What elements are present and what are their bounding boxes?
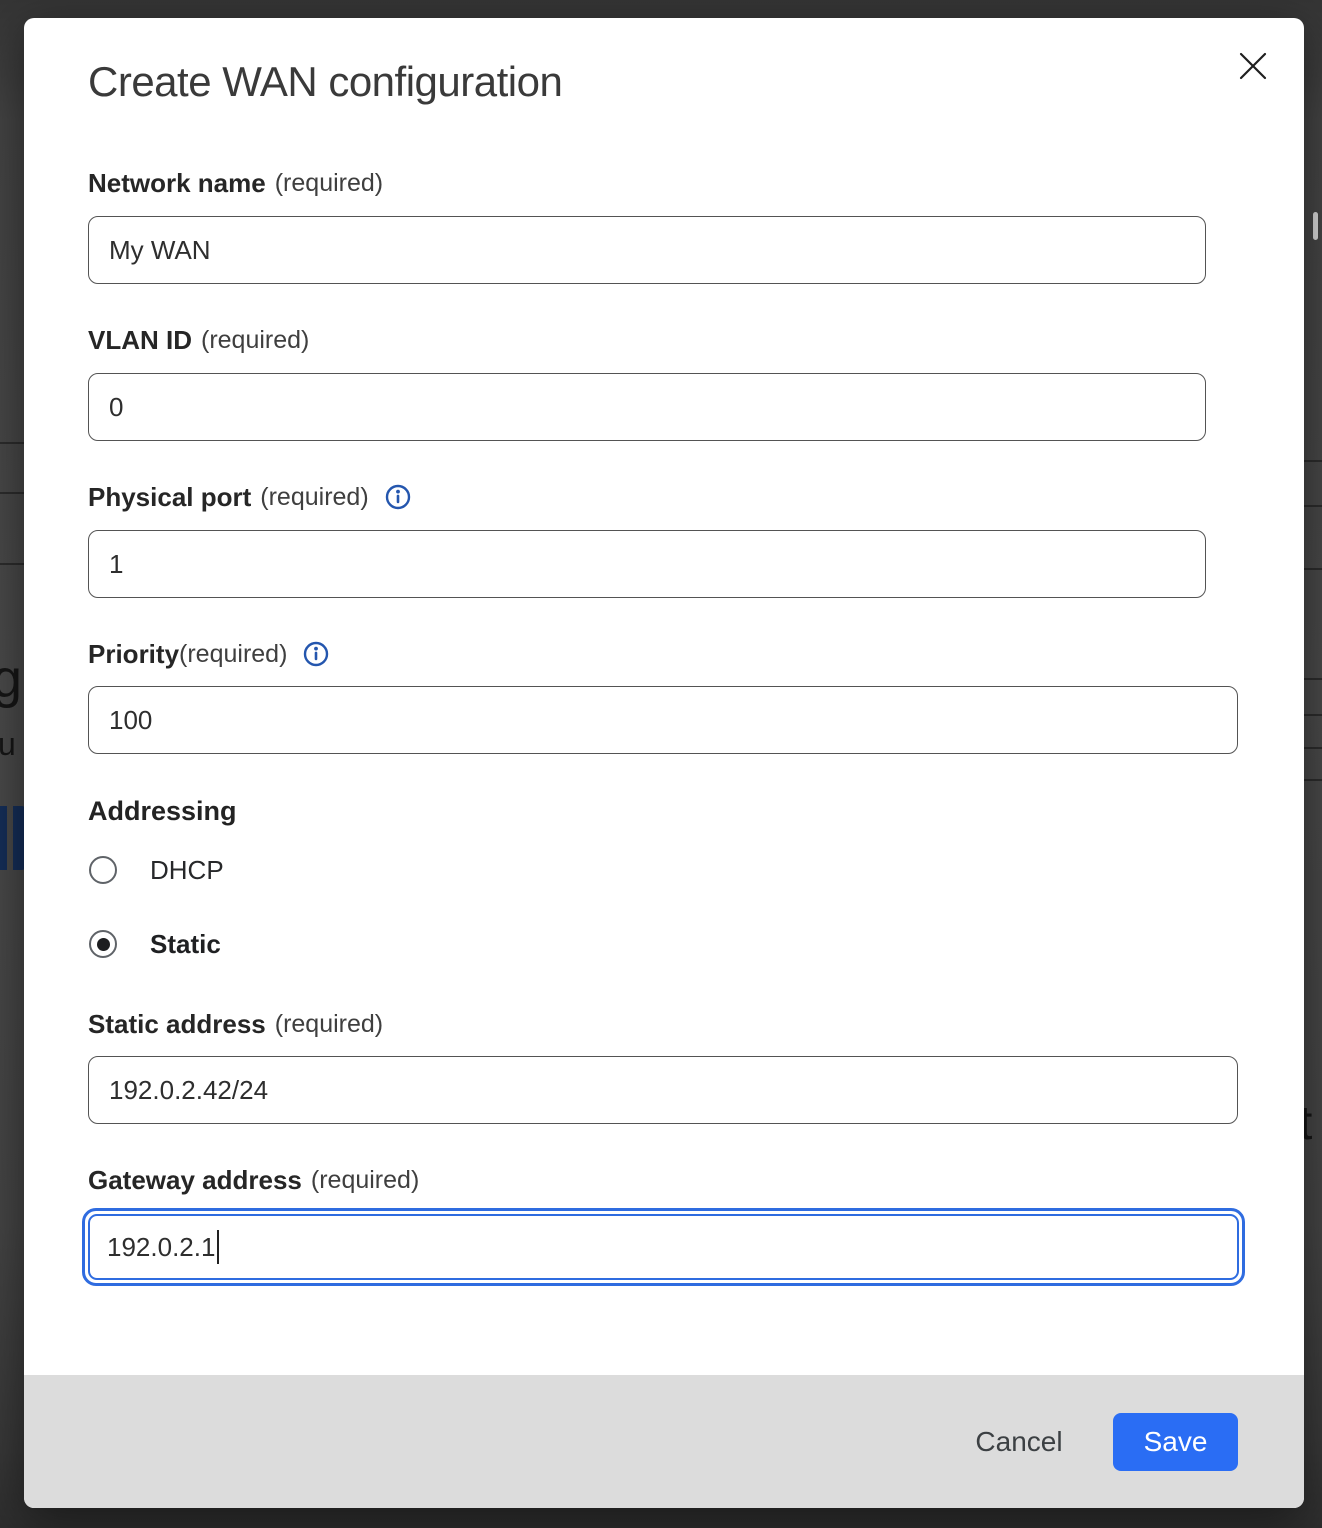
gateway-address-label: Gateway address (required) [88, 1163, 419, 1197]
background-row-divider [1304, 714, 1322, 716]
background-scrollbar-thumb [1313, 212, 1318, 240]
required-hint: (required) [260, 480, 368, 514]
radio-option-dhcp[interactable]: DHCP [89, 856, 224, 884]
background-text-fragment: u [0, 726, 16, 763]
label-text: Physical port [88, 480, 251, 514]
text-cursor [217, 1230, 219, 1264]
radio-label: Static [150, 929, 221, 960]
background-row-divider [0, 563, 24, 565]
background-row-divider [1304, 568, 1322, 570]
physical-port-label: Physical port (required) [88, 480, 411, 514]
required-hint: (required) [179, 637, 287, 671]
gateway-address-input[interactable]: 192.0.2.1 [88, 1214, 1239, 1280]
create-wan-dialog: Create WAN configuration Network name (r… [24, 18, 1304, 1508]
background-row-divider [1304, 779, 1322, 781]
static-address-input[interactable]: 192.0.2.42/24 [88, 1056, 1238, 1124]
info-icon[interactable] [385, 484, 411, 510]
background-row-divider [0, 442, 24, 444]
label-text: Network name [88, 166, 266, 200]
background-row-divider [1304, 747, 1322, 749]
dialog-title: Create WAN configuration [88, 56, 562, 108]
network-name-label: Network name (required) [88, 166, 383, 200]
background-row-divider [1304, 460, 1322, 462]
required-hint: (required) [311, 1163, 419, 1197]
priority-label: Priority (required) [88, 637, 329, 671]
background-row-divider [1304, 505, 1322, 507]
close-icon[interactable] [1237, 50, 1269, 82]
background-row-divider [0, 492, 24, 494]
required-hint: (required) [201, 323, 309, 357]
dialog-footer: Cancel Save [24, 1375, 1304, 1508]
input-value: 1 [109, 549, 123, 580]
static-address-label: Static address (required) [88, 1007, 383, 1041]
input-value: 0 [109, 392, 123, 423]
radio-icon[interactable] [89, 856, 117, 884]
gateway-address-input-focus-ring: 192.0.2.1 [82, 1208, 1245, 1286]
addressing-heading: Addressing [88, 794, 237, 828]
background-button-fragment [0, 806, 7, 870]
label-text: VLAN ID [88, 323, 192, 357]
input-value: 192.0.2.1 [107, 1232, 215, 1263]
input-value: My WAN [109, 235, 211, 266]
info-icon[interactable] [303, 641, 329, 667]
network-name-input[interactable]: My WAN [88, 216, 1206, 284]
cancel-button[interactable]: Cancel [954, 1413, 1084, 1471]
radio-label: DHCP [150, 855, 224, 886]
input-value: 100 [109, 705, 152, 736]
save-button[interactable]: Save [1113, 1413, 1238, 1471]
vlan-id-label: VLAN ID (required) [88, 323, 309, 357]
background-text-fragment: g [0, 648, 22, 710]
required-hint: (required) [275, 166, 383, 200]
priority-input[interactable]: 100 [88, 686, 1238, 754]
input-value: 192.0.2.42/24 [109, 1075, 268, 1106]
background-row-divider [1304, 678, 1322, 680]
vlan-id-input[interactable]: 0 [88, 373, 1206, 441]
physical-port-input[interactable]: 1 [88, 530, 1206, 598]
label-text: Priority [88, 637, 179, 671]
radio-selected-icon[interactable] [89, 930, 117, 958]
label-text: Static address [88, 1007, 266, 1041]
radio-option-static[interactable]: Static [89, 930, 221, 958]
label-text: Gateway address [88, 1163, 302, 1197]
required-hint: (required) [275, 1007, 383, 1041]
